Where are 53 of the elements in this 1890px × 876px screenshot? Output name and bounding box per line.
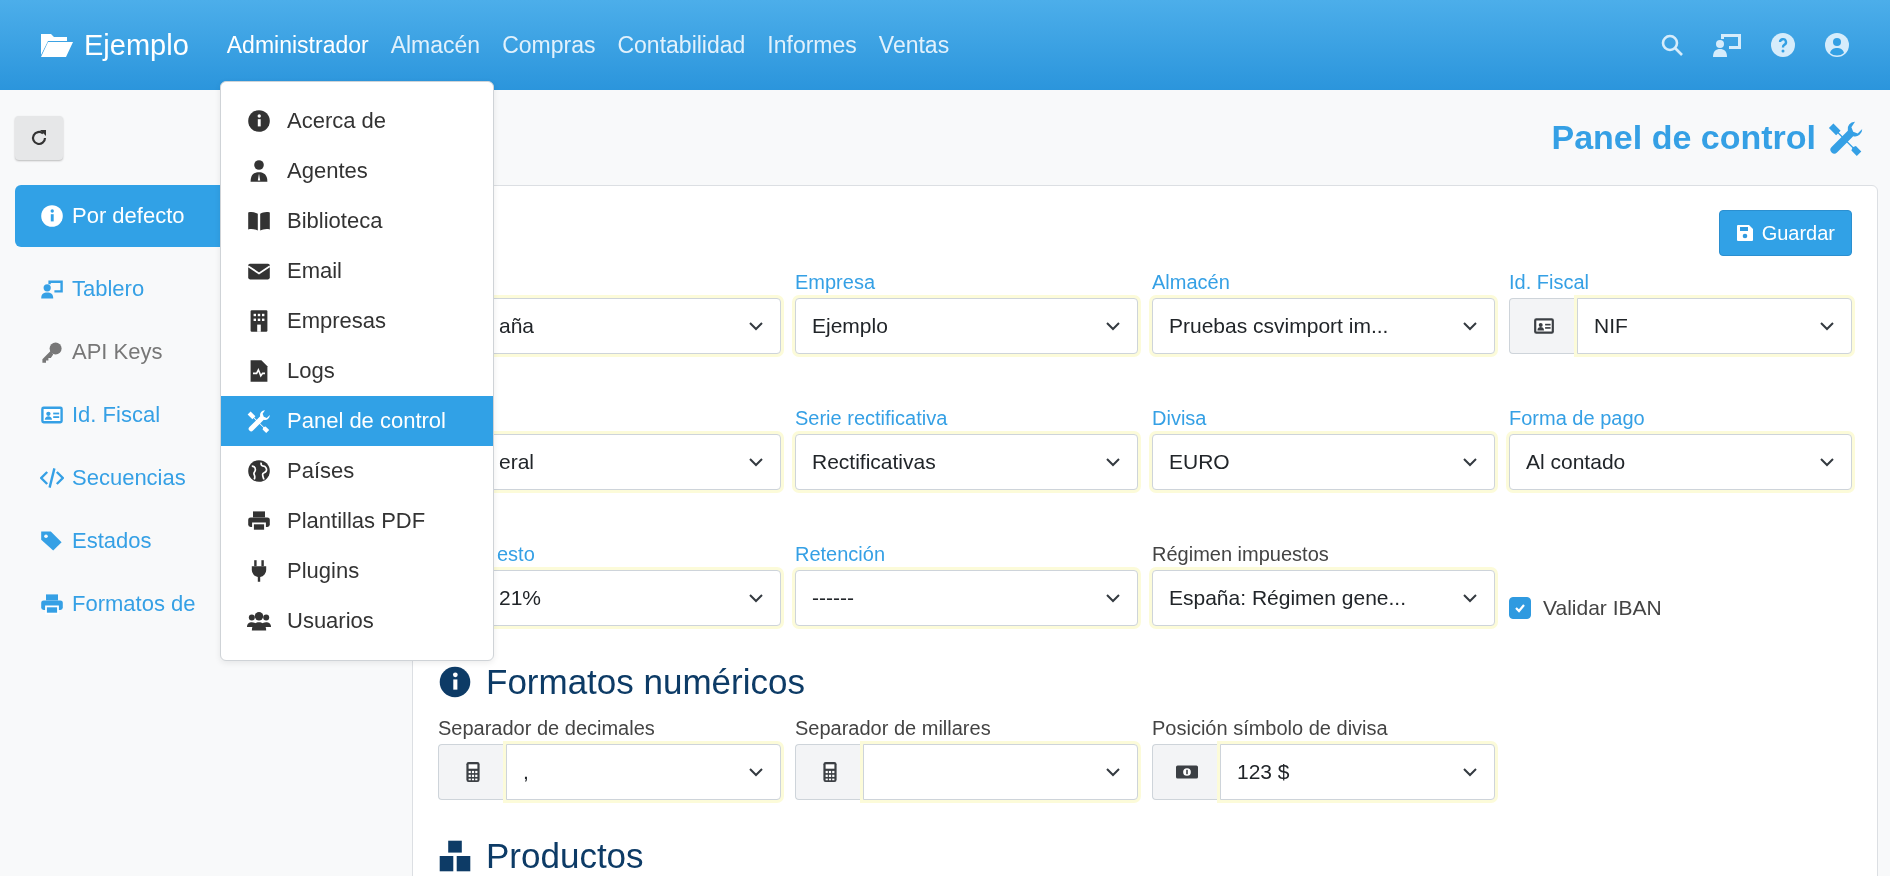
field-label: esto [496,543,535,566]
select-field[interactable]: , [506,744,781,800]
field-label: Separador de millares [795,717,991,740]
select-field[interactable]: EURO [1152,434,1495,490]
help-icon[interactable] [1770,32,1796,58]
checkbox-label: Validar IBAN [1543,596,1662,620]
select-field[interactable]: ------ [795,570,1138,626]
select-field[interactable]: 123 $ [1220,744,1495,800]
select-field[interactable]: Rectificativas [795,434,1138,490]
field-label: Régimen impuestos [1152,543,1329,566]
field-label: Posición símbolo de divisa [1152,717,1388,740]
field-label: Serie rectificativa [795,407,948,430]
field-label: Retención [795,543,886,566]
menu-item[interactable]: Email [221,246,493,296]
menu-item[interactable]: Acerca de [221,96,493,146]
info-icon [247,109,271,133]
section-title: Productos [486,836,644,876]
field-label: Empresa [795,271,876,294]
tools-icon [247,409,271,433]
key-icon [40,339,64,364]
book-icon [247,209,271,233]
select-field[interactable]: NIF [1577,298,1852,354]
tools-icon [1828,119,1864,156]
refresh-button[interactable] [15,116,63,160]
printer-icon [40,591,64,616]
select-field[interactable]: España: Régimen gene... [1152,570,1495,626]
search-icon[interactable] [1660,33,1684,57]
info-icon [438,665,472,699]
code-icon [40,465,64,490]
field-label: Divisa [1152,407,1207,430]
page-title: Panel de control [1551,118,1816,157]
field-label: Separador de decimales [438,717,655,740]
info-icon [40,204,64,228]
select-field[interactable]: Al contado [1509,434,1852,490]
id-card-icon [1532,315,1555,337]
validate-checkbox[interactable]: Validar IBAN [1509,596,1662,620]
presentation-icon[interactable] [1712,33,1742,57]
users-icon [247,609,271,633]
refresh-icon [29,128,49,148]
select-field[interactable]: Ejemplo [795,298,1138,354]
cubes-icon [438,839,472,873]
folder-icon [40,31,74,59]
user-account-icon[interactable] [1824,32,1850,58]
select-field[interactable] [863,744,1138,800]
field-label: Forma de pago [1509,407,1645,430]
section-title: Formatos numéricos [486,662,805,702]
printer-icon [247,509,271,533]
tags-icon [40,528,64,553]
field-label: Id. Fiscal [1509,271,1590,294]
menu-item[interactable]: Plantillas PDF [221,496,493,546]
field-label: Almacén [1152,271,1230,294]
select-field[interactable]: Pruebas csvimport im... [1152,298,1495,354]
checkbox[interactable] [1509,597,1531,619]
